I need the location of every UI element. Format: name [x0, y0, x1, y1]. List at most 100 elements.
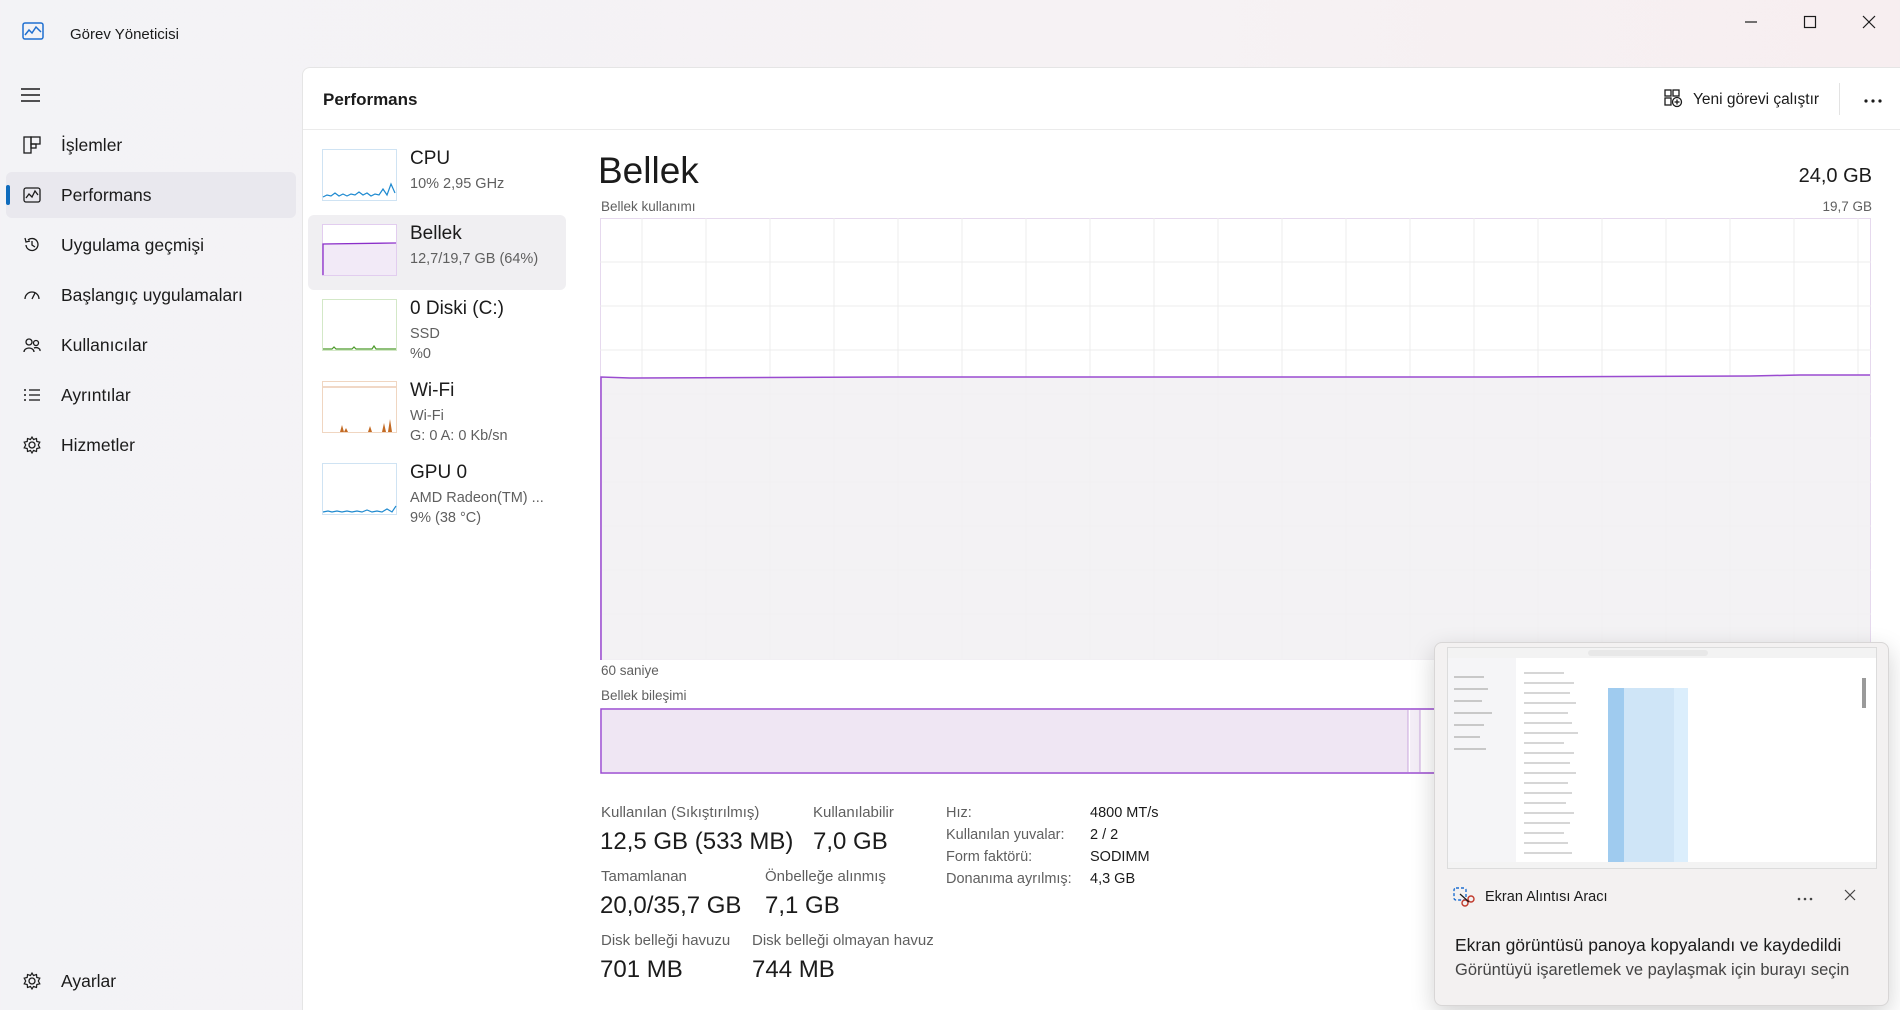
- disk-thumbnail: [322, 299, 397, 351]
- slots-label: Kullanılan yuvalar:: [946, 827, 1065, 843]
- perf-item-subtext: SSD: [410, 326, 440, 342]
- committed-label: Tamamlanan: [601, 868, 687, 885]
- perf-item-subtext: Wi-Fi: [410, 408, 444, 424]
- available-label: Kullanılabilir: [813, 804, 894, 821]
- form-factor-value: SODIMM: [1090, 849, 1150, 865]
- in-use-label: Kullanılan (Sıkıştırılmış): [601, 804, 760, 821]
- time-range-label: 60 saniye: [601, 663, 659, 678]
- screenshot-thumbnail: [1448, 648, 1876, 868]
- cpu-thumbnail: [322, 149, 397, 201]
- settings-button[interactable]: Ayarlar: [6, 958, 296, 1004]
- page-title: Performans: [323, 90, 418, 109]
- memory-usage-max: 19,7 GB: [1822, 199, 1872, 214]
- speed-label: Hız:: [946, 805, 972, 821]
- perf-item-subtext-2: 9% (38 °C): [410, 510, 482, 526]
- run-new-task-label: Yeni görevi çalıştır: [1693, 91, 1820, 108]
- sidebar-item-performance[interactable]: Performans: [6, 172, 296, 218]
- memory-usage-label: Bellek kullanımı: [601, 199, 696, 214]
- memory-usage-fill: [601, 375, 1870, 660]
- sidebar-item-label: Performans: [61, 184, 152, 205]
- sidebar-item-services[interactable]: Hizmetler: [6, 422, 296, 468]
- memory-thumbnail: [322, 224, 397, 276]
- close-icon: [1844, 888, 1856, 906]
- performance-list: CPU 10% 2,95 GHz Bellek 12,7/19,7 GB (64…: [308, 140, 566, 536]
- menu-button[interactable]: [20, 86, 44, 106]
- run-new-task-button[interactable]: Yeni görevi çalıştır: [1663, 86, 1819, 114]
- perf-item-gpu[interactable]: GPU 0 AMD Radeon(TM) ... 9% (38 °C): [308, 454, 566, 536]
- paged-pool-value: 701 MB: [600, 956, 683, 983]
- toast-message: Ekran görüntüsü panoya kopyalandı ve kay…: [1455, 935, 1842, 955]
- sidebar-item-app-history[interactable]: Uygulama geçmişi: [6, 222, 296, 268]
- perf-item-disk[interactable]: 0 Diski (C:) SSD %0: [308, 290, 566, 372]
- screenshot-preview[interactable]: [1447, 647, 1877, 869]
- perf-item-memory[interactable]: Bellek 12,7/19,7 GB (64%): [308, 215, 566, 290]
- memory-composition-label: Bellek bileşimi: [601, 688, 687, 703]
- perf-item-subtext-2: %0: [410, 346, 431, 362]
- paged-pool-label: Disk belleği havuzu: [601, 932, 731, 949]
- processes-icon: [20, 133, 44, 157]
- window-title: Görev Yöneticisi: [70, 26, 179, 43]
- wifi-thumbnail: [322, 381, 397, 433]
- memory-title: Bellek: [598, 150, 699, 191]
- perf-item-name: CPU: [410, 148, 451, 169]
- maximize-button[interactable]: [1787, 10, 1833, 34]
- perf-item-name: Bellek: [410, 223, 462, 244]
- more-options-button[interactable]: [1858, 88, 1888, 112]
- perf-item-name: Wi-Fi: [410, 380, 455, 401]
- close-button[interactable]: [1846, 10, 1892, 34]
- perf-item-subtext-2: G: 0 A: 0 Kb/sn: [410, 428, 508, 444]
- perf-item-subtext: 12,7/19,7 GB (64%): [410, 251, 539, 267]
- sidebar-item-startup[interactable]: Başlangıç uygulamaları: [6, 272, 296, 318]
- sidebar-item-users[interactable]: Kullanıcılar: [6, 322, 296, 368]
- toast-more-button[interactable]: [1790, 887, 1820, 907]
- perf-item-cpu[interactable]: CPU 10% 2,95 GHz: [308, 140, 566, 215]
- sidebar-item-label: Ayrıntılar: [61, 384, 131, 405]
- minimize-button[interactable]: [1728, 10, 1774, 34]
- available-value: 7,0 GB: [813, 828, 888, 855]
- perf-item-wifi[interactable]: Wi-Fi Wi-Fi G: 0 A: 0 Kb/sn: [308, 372, 566, 454]
- speed-value: 4800 MT/s: [1090, 805, 1159, 821]
- perf-item-subtext: 10% 2,95 GHz: [410, 176, 505, 192]
- more-icon: [1863, 91, 1883, 109]
- sidebar-item-label: Başlangıç uygulamaları: [61, 284, 243, 305]
- gear-icon: [20, 969, 44, 993]
- hamburger-icon: [20, 88, 42, 108]
- new-task-icon: [1663, 88, 1683, 113]
- memory-usage-graph: [600, 218, 1871, 660]
- toast-app-name: Ekran Alıntısı Aracı: [1485, 889, 1608, 905]
- sidebar-item-details[interactable]: Ayrıntılar: [6, 372, 296, 418]
- performance-icon: [20, 183, 44, 207]
- header-divider: [1839, 83, 1840, 115]
- nonpaged-pool-value: 744 MB: [752, 956, 835, 983]
- sidebar-item-label: Kullanıcılar: [61, 334, 148, 355]
- startup-icon: [20, 283, 44, 307]
- users-icon: [20, 333, 44, 357]
- sidebar-item-processes[interactable]: İşlemler: [6, 122, 296, 168]
- in-use-value: 12,5 GB (533 MB): [600, 828, 794, 855]
- committed-value: 20,0/35,7 GB: [600, 892, 742, 919]
- perf-item-name: GPU 0: [410, 462, 468, 483]
- sidebar-item-label: Uygulama geçmişi: [61, 234, 204, 255]
- toast-close-button[interactable]: [1837, 887, 1863, 907]
- close-icon: [1862, 15, 1876, 29]
- perf-item-subtext: AMD Radeon(TM) ...: [410, 490, 544, 506]
- nonpaged-pool-label: Disk belleği olmayan havuz: [752, 932, 934, 949]
- history-icon: [20, 233, 44, 257]
- snipping-tool-notification[interactable]: Ekran Alıntısı Aracı Ekran görüntüsü pan…: [1434, 642, 1889, 1006]
- details-icon: [20, 383, 44, 407]
- more-icon: [1797, 888, 1813, 906]
- settings-label: Ayarlar: [61, 970, 117, 991]
- cached-label: Önbelleğe alınmış: [765, 868, 886, 885]
- task-manager-icon: [22, 22, 44, 40]
- sidebar-item-label: İşlemler: [61, 134, 123, 155]
- minimize-icon: [1744, 15, 1758, 29]
- snipping-tool-icon: [1451, 885, 1475, 909]
- cached-value: 7,1 GB: [765, 892, 840, 919]
- services-icon: [20, 433, 44, 457]
- gpu-thumbnail: [322, 463, 397, 515]
- sidebar-item-label: Hizmetler: [61, 434, 135, 455]
- toast-subtext: Görüntüyü işaretlemek ve paylaşmak için …: [1455, 961, 1850, 979]
- title-bar: Görev Yöneticisi: [0, 0, 1900, 62]
- content-header: Performans Yeni görevi çalıştır: [303, 68, 1900, 130]
- hardware-reserved-value: 4,3 GB: [1090, 871, 1136, 887]
